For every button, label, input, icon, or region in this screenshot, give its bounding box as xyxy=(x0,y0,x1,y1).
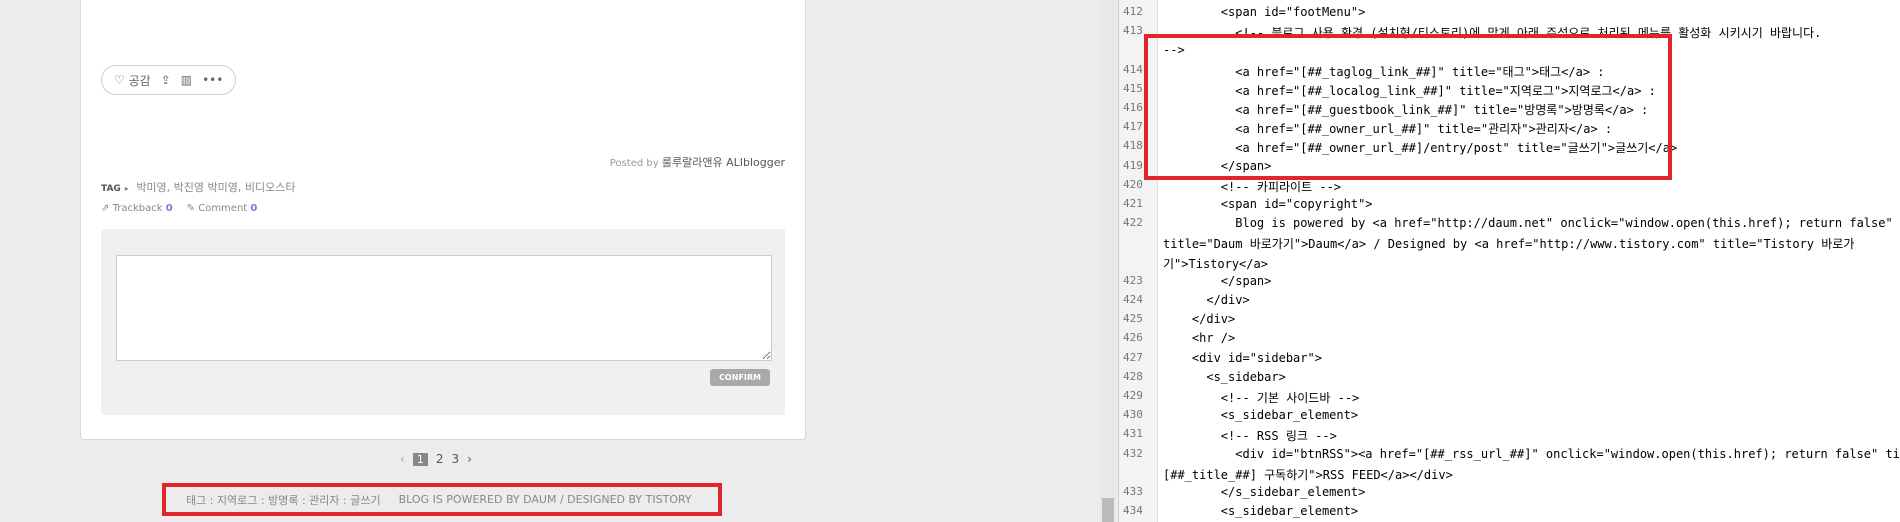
code-line[interactable]: [##_title_##] 구독하기">RSS FEED</a></div> xyxy=(1163,466,1453,483)
comment-textarea[interactable] xyxy=(116,255,772,361)
code-line[interactable]: </div> xyxy=(1163,293,1249,307)
like-label: 공감 xyxy=(128,73,151,88)
line-number: 427 xyxy=(1123,350,1143,364)
vertical-scrollbar[interactable] xyxy=(1100,0,1116,522)
code-line[interactable]: <s_sidebar_element> xyxy=(1163,504,1358,518)
line-number: 434 xyxy=(1123,504,1143,518)
line-number: 421 xyxy=(1123,197,1143,210)
line-number: 423 xyxy=(1123,273,1143,287)
line-number: 432 xyxy=(1123,446,1143,460)
line-number: 428 xyxy=(1123,369,1143,383)
tag-label: TAG xyxy=(101,184,121,194)
page-2[interactable]: 2 xyxy=(436,452,444,466)
trackback-count: 0 xyxy=(165,203,173,214)
trackback-comment-row: ⇗ Trackback 0 ✎ Comment 0 xyxy=(101,203,257,214)
tag-arrow-icon: ▸ xyxy=(124,184,129,193)
line-number: 425 xyxy=(1123,312,1143,326)
line-number: 424 xyxy=(1123,293,1143,306)
tag-row: TAG ▸ 박미영, 박진영 박미영, 비디오스타 xyxy=(101,179,295,195)
comment-count: 0 xyxy=(250,203,258,214)
posted-prefix: Posted by xyxy=(609,158,659,169)
heart-icon: ♡ xyxy=(114,73,125,87)
code-line[interactable]: Blog is powered by <a href="http://daum.… xyxy=(1163,216,1892,230)
page-3[interactable]: 3 xyxy=(451,452,459,466)
code-line[interactable]: </span> xyxy=(1163,274,1272,288)
code-line[interactable]: <!-- 기본 사이드바 --> xyxy=(1163,389,1360,406)
reaction-bar: ♡ 공감 ⇪ ▥ ••• xyxy=(101,65,237,95)
code-line[interactable]: <span id="footMenu"> xyxy=(1163,5,1366,19)
more-icon[interactable]: ••• xyxy=(202,73,223,87)
code-line[interactable]: <!-- RSS 링크 --> xyxy=(1163,427,1337,444)
code-line[interactable]: <s_sidebar> xyxy=(1163,370,1285,384)
trackback-label: Trackback xyxy=(112,203,163,214)
tag-list[interactable]: 박미영, 박진영 박미영, 비디오스타 xyxy=(136,181,295,194)
page-1[interactable]: 1 xyxy=(412,452,428,466)
scrollbar-thumb[interactable] xyxy=(1102,498,1114,522)
comment-link[interactable]: ✎ Comment 0 xyxy=(187,203,258,214)
stats-icon[interactable]: ▥ xyxy=(181,73,192,87)
footer-menu: 태그 : 지역로그 : 방명록 : 관리자 : 글쓰기 BLOG IS POWE… xyxy=(162,483,722,516)
trackback-link[interactable]: ⇗ Trackback 0 xyxy=(101,203,173,214)
code-line[interactable]: </div> xyxy=(1163,312,1235,326)
code-line[interactable]: 기">Tistory</a> xyxy=(1163,255,1268,272)
posted-by: Posted by 룰루랄라앤유 ALIblogger xyxy=(610,154,785,170)
code-line[interactable]: <s_sidebar_element> xyxy=(1163,408,1358,422)
like-button[interactable]: ♡ 공감 xyxy=(114,72,151,89)
posted-author[interactable]: 룰루랄라앤유 ALIblogger xyxy=(662,156,785,169)
line-number: 426 xyxy=(1123,331,1143,345)
line-number: 422 xyxy=(1123,216,1143,230)
line-number: 431 xyxy=(1123,427,1143,441)
line-number: 433 xyxy=(1123,485,1143,498)
prev-page-icon[interactable]: ‹ xyxy=(400,452,405,466)
line-number: 412 xyxy=(1123,5,1143,18)
highlight-box xyxy=(1144,34,1672,180)
blog-preview-pane: ♡ 공감 ⇪ ▥ ••• Posted by 룰루랄라앤유 ALIblogger… xyxy=(0,0,1100,522)
comment-box: CONFIRM xyxy=(101,229,785,415)
code-line[interactable]: <!-- 카피라이트 --> xyxy=(1163,178,1341,195)
code-line[interactable]: <div id="sidebar"> xyxy=(1163,351,1322,365)
code-line[interactable]: <span id="copyright"> xyxy=(1163,197,1373,211)
code-line[interactable]: title="Daum 바로가기">Daum</a> / Designed by… xyxy=(1163,235,1854,252)
footer-menu-links[interactable]: 태그 : 지역로그 : 방명록 : 관리자 : 글쓰기 xyxy=(186,492,381,508)
code-line[interactable]: <div id="btnRSS"><a href="[##_rss_url_##… xyxy=(1163,447,1900,461)
post-card: ♡ 공감 ⇪ ▥ ••• Posted by 룰루랄라앤유 ALIblogger… xyxy=(80,0,806,440)
share-icon[interactable]: ⇪ xyxy=(161,73,171,87)
next-page-icon[interactable]: › xyxy=(467,452,472,466)
pagination: ‹ 1 2 3 › xyxy=(400,452,472,466)
line-number: 430 xyxy=(1123,408,1143,422)
comment-label: Comment xyxy=(198,203,248,214)
confirm-button[interactable]: CONFIRM xyxy=(710,369,770,386)
code-line[interactable]: </s_sidebar_element> xyxy=(1163,485,1366,499)
footer-copyright: BLOG IS POWERED BY DAUM / DESIGNED BY TI… xyxy=(398,493,692,506)
code-line[interactable]: <hr /> xyxy=(1163,331,1235,345)
line-number: 429 xyxy=(1123,389,1143,402)
